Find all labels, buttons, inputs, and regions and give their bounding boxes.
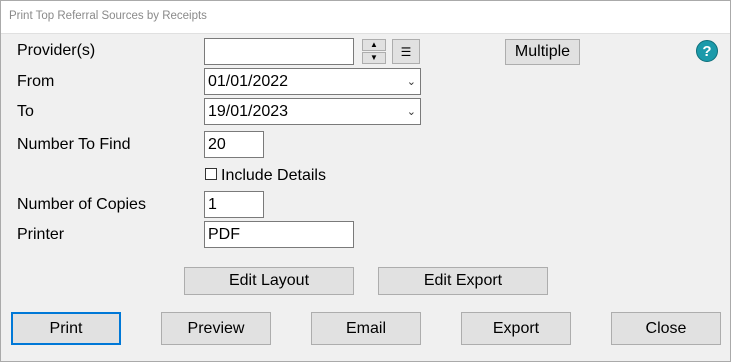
arrow-down-icon: ▼ [370,53,378,62]
printer-input[interactable]: PDF [204,221,354,248]
window-title: Print Top Referral Sources by Receipts [9,10,207,22]
print-button[interactable]: Print [11,312,121,345]
from-date-value: 01/01/2022 [208,73,289,90]
to-label: To [17,103,34,120]
providers-label: Provider(s) [17,42,96,59]
spin-down-button[interactable]: ▼ [362,52,386,64]
from-label: From [17,73,55,90]
list-icon: ☰ [400,44,412,59]
number-to-find-label: Number To Find [17,136,131,153]
to-date-value: 19/01/2023 [208,103,289,120]
multiple-button[interactable]: Multiple [505,39,580,65]
arrow-up-icon: ▲ [370,40,378,49]
close-button[interactable]: Close [611,312,721,345]
include-details-label[interactable]: Include Details [221,166,326,186]
to-date-select[interactable]: 19/01/2023 ⌄ [204,98,421,125]
list-button[interactable]: ☰ [392,39,420,64]
from-date-select[interactable]: 01/01/2022 ⌄ [204,68,421,95]
email-button[interactable]: Email [311,312,421,345]
providers-input[interactable] [204,38,354,65]
chevron-down-icon[interactable]: ⌄ [407,99,416,125]
title-bar: Print Top Referral Sources by Receipts [1,1,730,34]
printer-label: Printer [17,226,65,243]
number-of-copies-input[interactable]: 1 [204,191,264,218]
edit-layout-button[interactable]: Edit Layout [184,267,354,295]
spin-up-button[interactable]: ▲ [362,39,386,51]
question-icon[interactable]: ? [696,40,718,62]
include-details-checkbox[interactable] [205,168,217,180]
number-to-find-input[interactable]: 20 [204,131,264,158]
preview-button[interactable]: Preview [161,312,271,345]
export-button[interactable]: Export [461,312,571,345]
chevron-down-icon[interactable]: ⌄ [407,69,416,95]
number-of-copies-label: Number of Copies [17,196,146,213]
edit-export-button[interactable]: Edit Export [378,267,548,295]
print-dialog: Print Top Referral Sources by Receipts P… [0,0,731,362]
